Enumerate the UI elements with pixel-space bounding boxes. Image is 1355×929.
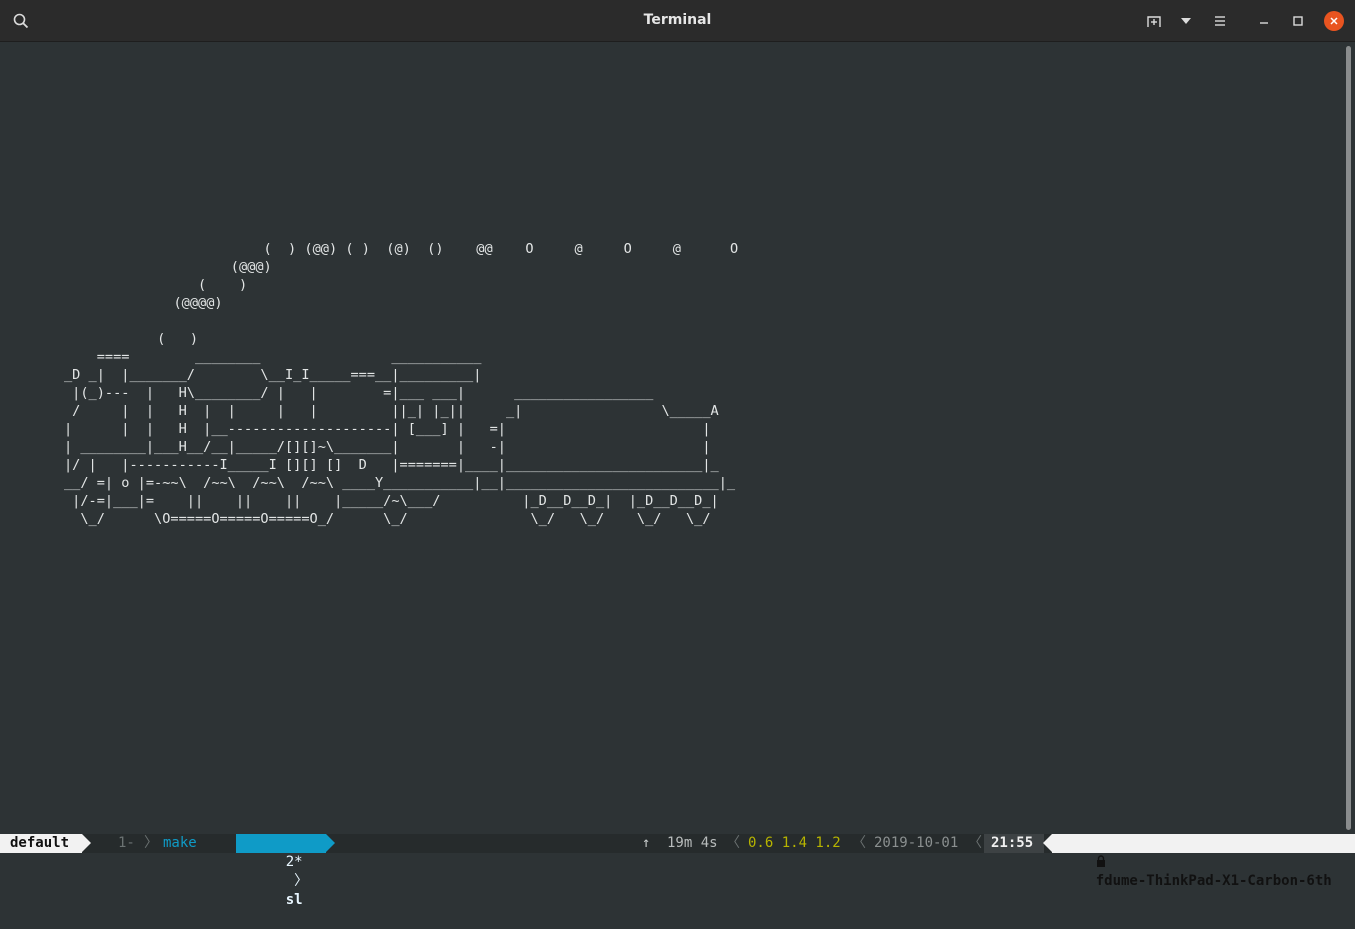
close-icon	[1329, 16, 1339, 26]
clock-time: 21:55	[984, 834, 1044, 853]
separator-chevron: 〉	[285, 873, 309, 889]
current-window[interactable]: 2* 〉 sl	[236, 834, 326, 908]
window-name-1[interactable]: make	[163, 834, 197, 853]
separator-chevron: 〈	[852, 835, 866, 851]
maximize-button[interactable]	[1285, 8, 1311, 34]
uptime: 19m 4s	[667, 835, 718, 851]
uptime-arrow-icon: ↑	[642, 835, 651, 851]
session-name: default	[0, 834, 82, 853]
separator-arrow	[82, 834, 91, 852]
scrollbar-thumb[interactable]	[1346, 46, 1351, 830]
terminal-output[interactable]: ( ) (@@) ( ) (@) () @@ O @ O @ O (@@@) (…	[0, 42, 1343, 834]
tabs-dropdown-button[interactable]	[1173, 8, 1199, 34]
smoke-ascii-art: ( ) (@@) ( ) (@) () @@ O @ O @ O (@@@) (…	[157, 241, 739, 347]
dropdown-icon	[1180, 17, 1192, 25]
tmux-status-bar: default 1- 〉 make 2* 〉 sl ↑ 19m 4s 〈 0.6…	[0, 834, 1355, 908]
separator-arrow	[1043, 834, 1052, 852]
minimize-icon	[1259, 16, 1269, 26]
window-index-2: 2*	[285, 854, 303, 870]
load-average: 0.6 1.4 1.2	[748, 835, 841, 851]
separator-chevron: 〈	[726, 835, 740, 851]
search-icon	[13, 13, 29, 29]
search-button[interactable]	[8, 8, 34, 34]
lock-icon	[1096, 855, 1105, 867]
date: 2019-10-01	[874, 835, 959, 851]
menu-button[interactable]	[1207, 8, 1233, 34]
new-tab-button[interactable]	[1141, 8, 1167, 34]
window-index-1[interactable]: 1-	[118, 834, 135, 853]
close-button[interactable]	[1324, 11, 1344, 31]
window-name-2: sl	[285, 892, 303, 908]
menu-icon	[1214, 15, 1226, 27]
separator-chevron: 〈	[968, 835, 982, 851]
title-bar: Terminal	[0, 0, 1355, 42]
train-ascii-art: ==== ________ ___________ _D _| |_______…	[64, 349, 736, 527]
separator-arrow	[326, 834, 335, 852]
scrollbar[interactable]	[1343, 42, 1355, 834]
hostname-label: fdume-ThinkPad-X1-Carbon-6th	[1095, 873, 1332, 889]
maximize-icon	[1293, 16, 1303, 26]
hostname: fdume-ThinkPad-X1-Carbon-6th	[1052, 834, 1355, 889]
minimize-button[interactable]	[1251, 8, 1277, 34]
separator-chevron: 〉	[144, 835, 158, 851]
new-tab-icon	[1146, 13, 1162, 29]
